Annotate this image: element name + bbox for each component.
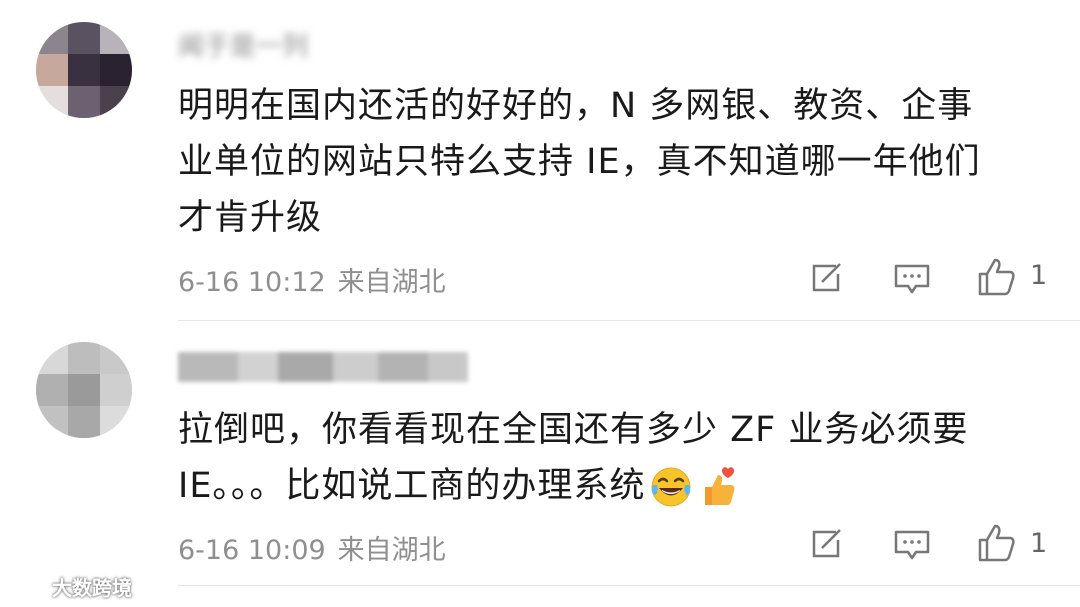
comment-item: 拉倒吧，你看看现在全国还有多少 ZF 业务必须要 IE。。。比如说工商的办理系统… [0,320,1080,585]
comment-icon [894,530,930,560]
reply-button[interactable] [892,258,932,298]
timestamp: 6-16 10:12 [178,267,326,298]
thumbs-up-heart-emoji [705,467,735,505]
location: 来自湖北 [337,267,446,298]
like-count: 1 [1030,260,1048,291]
watermark: 大数跨境 [8,572,132,600]
comment-text-segment: IE。。。比如说工商的办理系统 [178,466,646,506]
divider [178,585,1080,586]
comment-text-line: 业单位的网站只特么支持 IE，真不知道哪一年他们 [178,142,981,182]
repost-button[interactable] [806,258,846,298]
comment-text-line: IE。。。比如说工商的办理系统 [178,458,1038,514]
comment-icon [894,264,930,294]
comment-text: 明明在国内还活的好好的，N 多网银、教资、企事 业单位的网站只特么支持 IE，真… [178,78,1038,246]
repost-button[interactable] [806,524,846,564]
comment-text-line: 明明在国内还活的好好的，N 多网银、教资、企事 [178,86,974,126]
comment-item: 闻于是一列 明明在国内还活的好好的，N 多网银、教资、企事 业单位的网站只特么支… [0,0,1080,320]
username[interactable]: 闻于是一列 [178,26,308,62]
repost-icon [812,529,841,558]
reply-button[interactable] [892,524,932,564]
timestamp: 6-16 10:09 [178,535,326,566]
comment-text-line: 才肯升级 [178,198,323,238]
thumbs-up-icon [978,524,1015,562]
comment-text-line: 拉倒吧，你看看现在全国还有多少 ZF 业务必须要 [178,410,969,450]
like-button[interactable] [976,522,1016,562]
like-count: 1 [1030,528,1048,559]
laughing-crying-emoji [651,467,691,507]
comment-meta: 6-16 10:12 来自湖北 [178,260,446,299]
comment-meta: 6-16 10:09 来自湖北 [178,528,446,567]
thumbs-up-icon [978,258,1015,296]
location: 来自湖北 [337,535,446,566]
comment-text: 拉倒吧，你看看现在全国还有多少 ZF 业务必须要 IE。。。比如说工商的办理系统 [178,402,1038,514]
avatar[interactable] [36,342,132,438]
username[interactable] [178,352,468,382]
repost-icon [812,263,841,292]
watermark-logo-icon [8,581,50,598]
like-button[interactable] [976,256,1016,296]
watermark-text: 大数跨境 [52,576,132,600]
avatar[interactable] [36,22,132,118]
